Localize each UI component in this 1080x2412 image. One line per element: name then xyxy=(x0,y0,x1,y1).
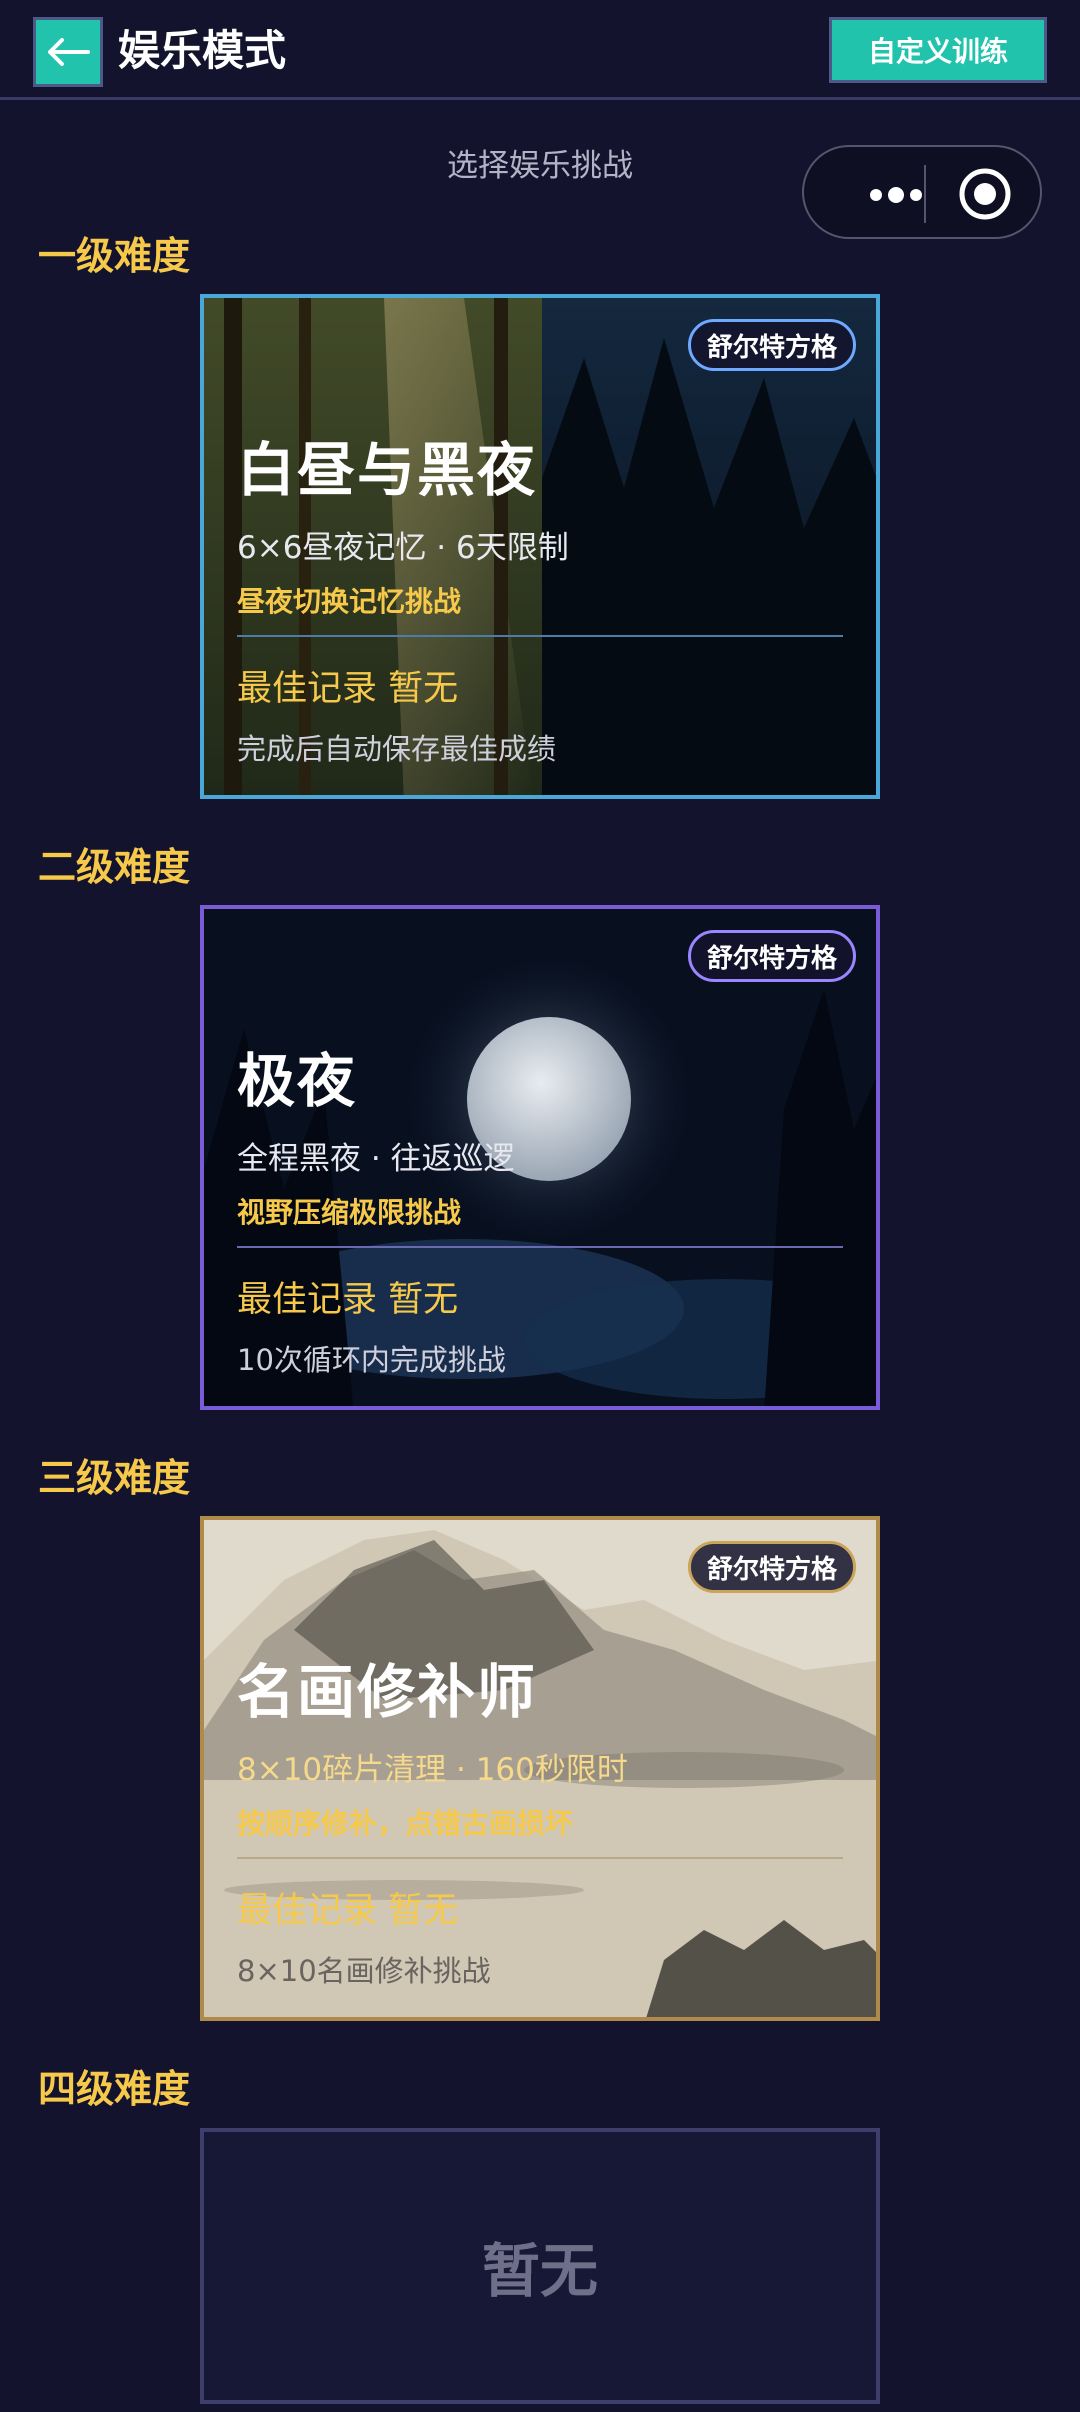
page-title: 娱乐模式 xyxy=(118,26,287,75)
card-hint: 昼夜切换记忆挑战 xyxy=(237,585,462,618)
empty-challenge-card: 暂无 xyxy=(200,2128,880,2404)
more-dots-icon[interactable] xyxy=(836,175,956,215)
card-divider xyxy=(237,1246,843,1248)
card-tag: 舒尔特方格 xyxy=(687,319,856,371)
card-tag: 舒尔特方格 xyxy=(687,930,856,982)
card-note: 完成后自动保存最佳成绩 xyxy=(237,732,557,766)
card-description: 8×10碎片清理 · 160秒限时 xyxy=(237,1752,628,1788)
card-title: 极夜 xyxy=(237,1047,358,1115)
challenge-card-polar-night[interactable]: 舒尔特方格 极夜 全程黑夜 · 往返巡逻 视野压缩极限挑战 最佳记录 暂无 10… xyxy=(200,905,880,1410)
best-record: 最佳记录 暂无 xyxy=(237,1891,459,1931)
card-title: 名画修补师 xyxy=(237,1658,538,1726)
card-divider xyxy=(237,635,843,637)
best-record: 最佳记录 暂无 xyxy=(237,1280,459,1320)
arrow-left-icon xyxy=(48,38,90,66)
card-description: 全程黑夜 · 往返巡逻 xyxy=(237,1141,515,1177)
card-tag: 舒尔特方格 xyxy=(687,1541,856,1593)
card-hint: 视野压缩极限挑战 xyxy=(237,1196,462,1229)
best-record: 最佳记录 暂无 xyxy=(237,669,459,709)
level-title: 三级难度 xyxy=(38,1456,191,1500)
back-button[interactable] xyxy=(33,17,103,87)
card-hint: 按顺序修补，点错古画损坏 xyxy=(237,1807,574,1840)
card-description: 6×6昼夜记忆 · 6天限制 xyxy=(237,530,569,566)
card-note: 10次循环内完成挑战 xyxy=(237,1343,506,1377)
level-title: 一级难度 xyxy=(38,234,191,278)
card-note: 8×10名画修补挑战 xyxy=(237,1954,491,1988)
card-divider xyxy=(237,1857,843,1859)
target-circle-icon[interactable] xyxy=(958,167,1012,221)
challenge-card-day-night[interactable]: 舒尔特方格 白昼与黑夜 6×6昼夜记忆 · 6天限制 昼夜切换记忆挑战 最佳记录… xyxy=(200,294,880,799)
custom-training-button[interactable]: 自定义训练 xyxy=(829,17,1047,83)
miniprogram-capsule xyxy=(802,145,1042,239)
level-title: 四级难度 xyxy=(38,2067,191,2111)
level-title: 二级难度 xyxy=(38,845,191,889)
capsule-divider xyxy=(924,165,926,223)
challenge-card-painting-restorer[interactable]: 舒尔特方格 名画修补师 8×10碎片清理 · 160秒限时 按顺序修补，点错古画… xyxy=(200,1516,880,2021)
card-title: 白昼与黑夜 xyxy=(237,436,538,504)
top-bar: 娱乐模式 自定义训练 xyxy=(0,0,1080,100)
